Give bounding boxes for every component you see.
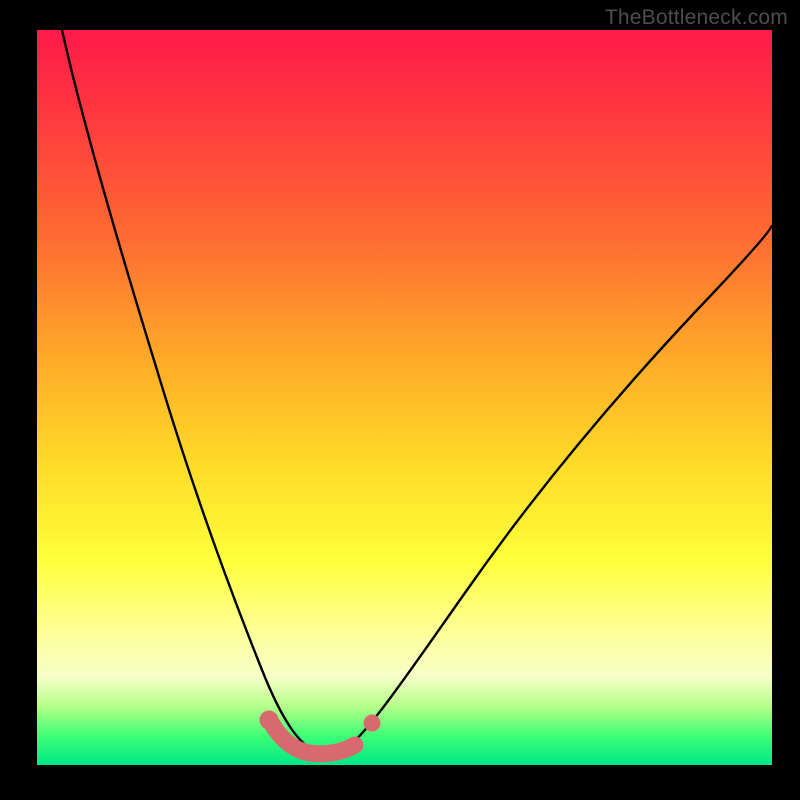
watermark-text: TheBottleneck.com [605,6,788,30]
marker-dot [364,715,380,731]
curves-svg [37,30,772,765]
outer-frame: TheBottleneck.com [0,0,800,800]
plot-area [37,30,772,765]
left-curve [62,30,317,752]
right-curve [342,225,772,752]
marker-dot [260,711,278,729]
